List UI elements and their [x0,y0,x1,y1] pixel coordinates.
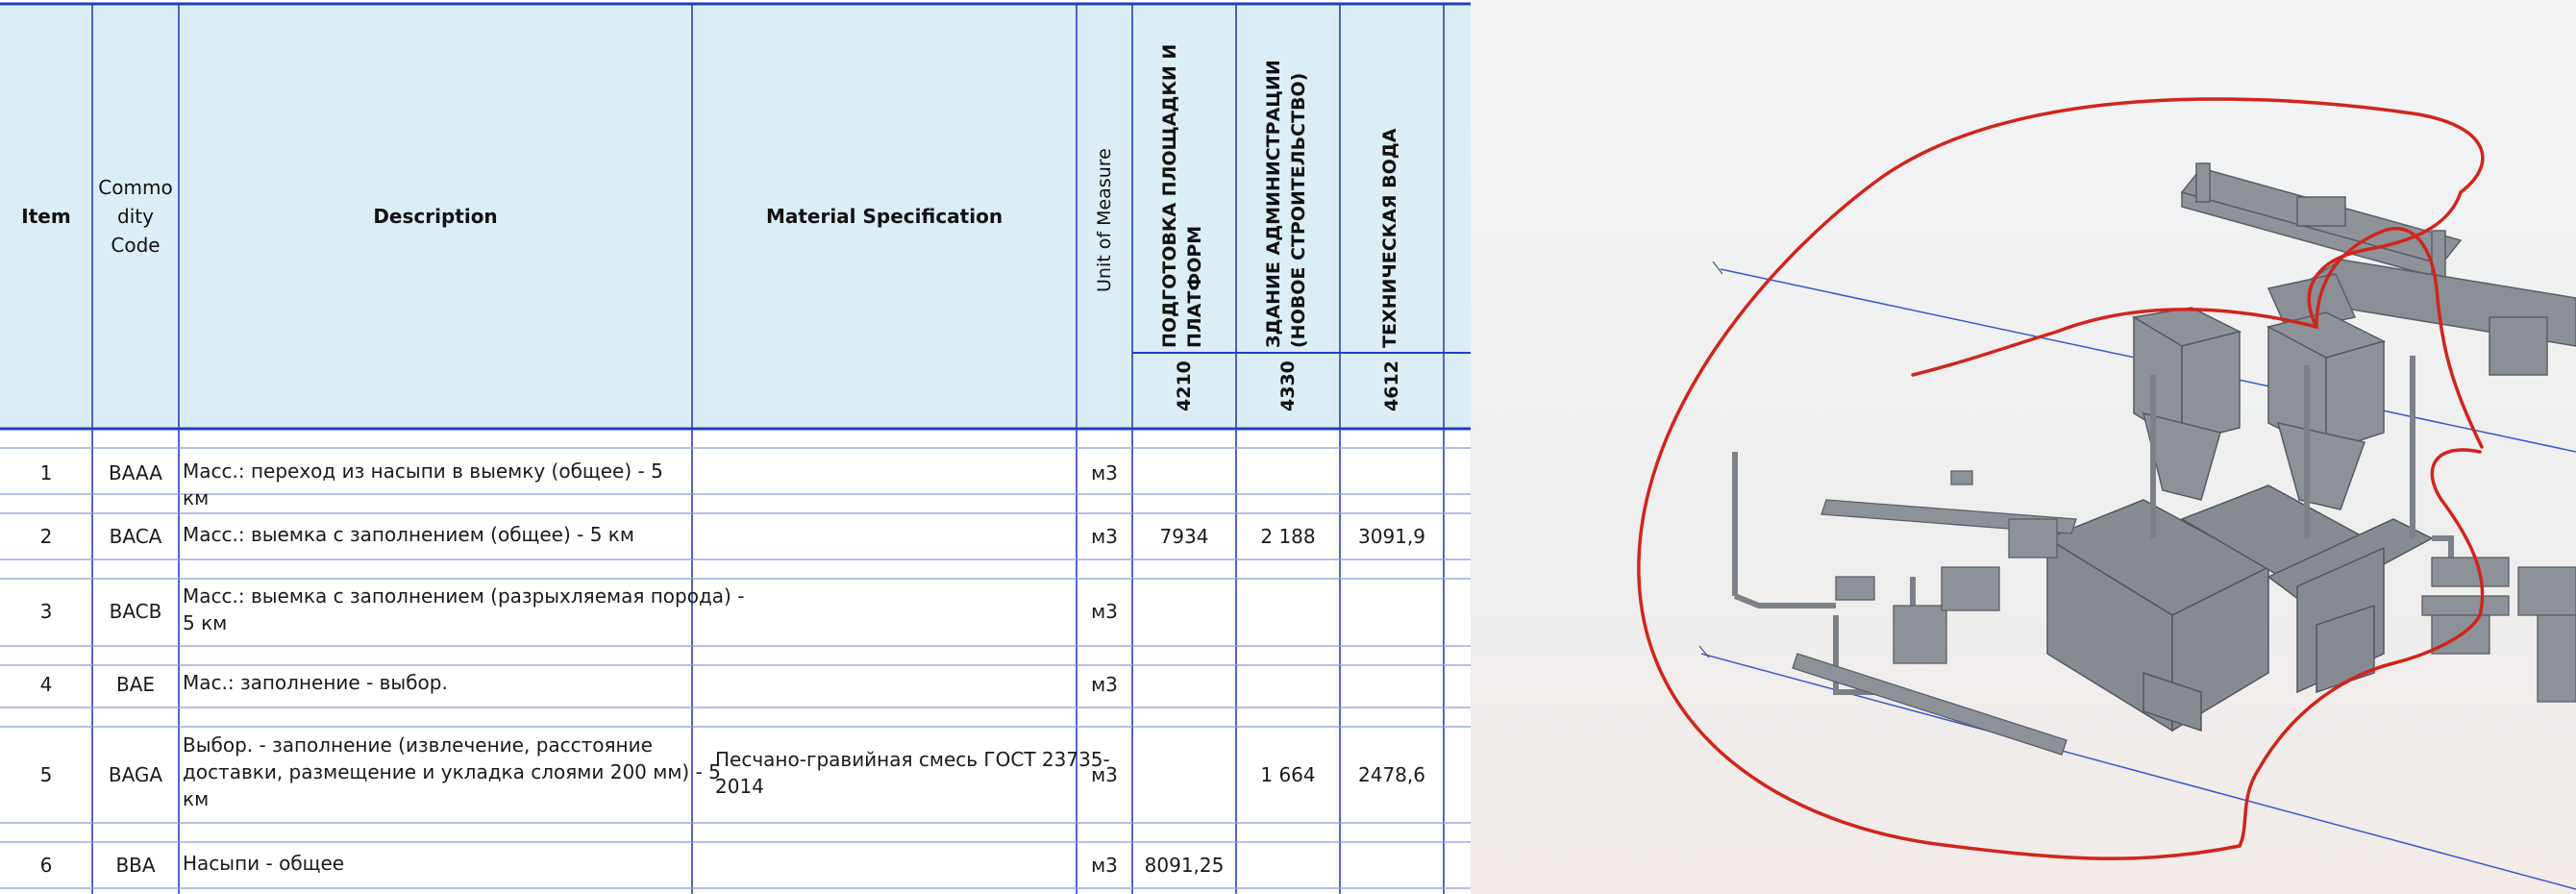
header-group-4210-title: ПОДГОТОВКА ПЛОЩАДКИ И ПЛАТФОРМ [1159,43,1205,348]
row-5-item: 5 [39,763,53,786]
row-4-unit: м3 [1091,673,1118,696]
row-5-code: BAGA [108,763,163,786]
row-2-code: BACA [109,525,162,548]
header-item: Item [21,205,71,228]
row-3-code: BACB [109,600,162,623]
header-material-specification: Material Specification [765,205,1003,228]
row-2-value-4330: 2 188 [1260,525,1316,548]
row-6-description: Насыпи - общее [183,852,345,875]
header-group-4330-code: 4330 [1277,360,1299,411]
row-5-unit: м3 [1091,763,1118,786]
header-group-4612-title: ТЕХНИЧЕСКАЯ ВОДА [1379,128,1400,348]
row-1-code: BAAA [109,461,162,484]
row-6-unit: м3 [1091,854,1118,877]
row-5-value-4612: 2478,6 [1358,763,1425,786]
row-2-item: 2 [39,525,53,548]
plant-3d-model-view [1471,0,2576,894]
row-6-item: 6 [39,854,53,877]
header-group-4210-code: 4210 [1174,360,1195,411]
header-unit-of-measure: Unit of Measure [1094,148,1115,292]
row-5-value-4330: 1 664 [1260,763,1316,786]
row-1-unit: м3 [1091,461,1118,484]
header-commodity-code: Commo dity Code [98,176,173,257]
row-2-unit: м3 [1091,525,1118,548]
row-1-description: Масс.: переход из насыпи в выемку (общее… [183,459,663,509]
bom-spreadsheet: Item Commo dity Code Description Materia… [0,0,1471,894]
row-1-item: 1 [39,461,53,484]
row-4-item: 4 [39,673,53,696]
header-group-4612-code: 4612 [1381,360,1402,411]
row-4-description: Мас.: заполнение - выбор. [183,671,448,694]
row-3-description: Масс.: выемка с заполнением (разрыхляема… [183,584,745,634]
row-2-value-4210: 7934 [1159,525,1209,548]
row-4-code: BAE [115,673,156,696]
row-2-value-4612: 3091,9 [1358,525,1425,548]
header-description: Description [373,205,498,228]
row-5-material-specification: Песчано-гравийная смесь ГОСТ 23735- 2014 [715,748,1110,798]
header-group-4330-title: ЗДАНИЕ АДМИНИСТРАЦИИ (НОВОЕ СТРОИТЕЛЬСТВ… [1263,60,1309,348]
row-3-item: 3 [39,600,53,623]
row-6-value-4210: 8091,25 [1144,854,1225,877]
row-2-description: Масс.: выемка с заполнением (общее) - 5 … [183,523,634,546]
row-5-description: Выбор. - заполнение (извлечение, расстоя… [183,733,721,810]
plant-model-icon [1637,97,2576,890]
row-3-unit: м3 [1091,600,1118,623]
row-6-code: BBA [115,854,156,877]
